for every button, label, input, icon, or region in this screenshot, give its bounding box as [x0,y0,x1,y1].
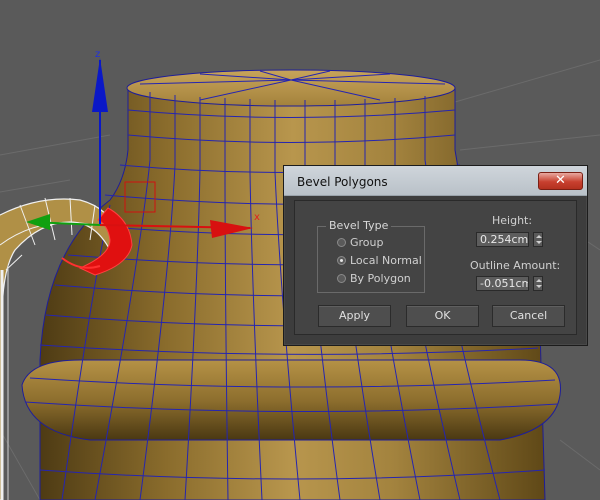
apply-button[interactable]: Apply [318,305,391,327]
outline-amount-input[interactable]: -0.051cm [476,276,529,291]
ok-button[interactable]: OK [406,305,479,327]
radio-label-by-polygon: By Polygon [350,272,411,285]
bevel-polygons-dialog[interactable]: Bevel Polygons ✕ Bevel Type Group Local … [283,165,588,346]
height-input[interactable]: 0.254cm [476,232,529,247]
dialog-titlebar[interactable]: Bevel Polygons ✕ [284,166,587,196]
spinner-down-icon[interactable] [536,285,542,288]
radio-label-group: Group [350,236,384,249]
radio-button-checked[interactable] [337,256,346,265]
radio-button[interactable] [337,238,346,247]
height-spinner[interactable] [533,232,543,247]
height-label: Height: [492,214,533,227]
outline-amount-label: Outline Amount: [470,259,561,272]
spinner-down-icon[interactable] [536,241,542,244]
gizmo-z-label: z [95,49,100,60]
dialog-client: Bevel Type Group Local Normal By Polygon… [294,200,577,335]
spinner-up-icon[interactable] [536,235,542,238]
radio-button[interactable] [337,274,346,283]
spinner-up-icon[interactable] [536,279,542,282]
bevel-type-group: Bevel Type Group Local Normal By Polygon [317,219,425,293]
close-button[interactable]: ✕ [538,172,583,190]
dialog-title: Bevel Polygons [297,175,388,189]
gizmo-x-label: x [254,212,260,223]
cancel-button[interactable]: Cancel [492,305,565,327]
radio-label-local-normal: Local Normal [350,254,422,267]
close-icon: ✕ [555,173,566,188]
outline-amount-spinner[interactable] [533,276,543,291]
bevel-type-legend: Bevel Type [326,219,392,232]
